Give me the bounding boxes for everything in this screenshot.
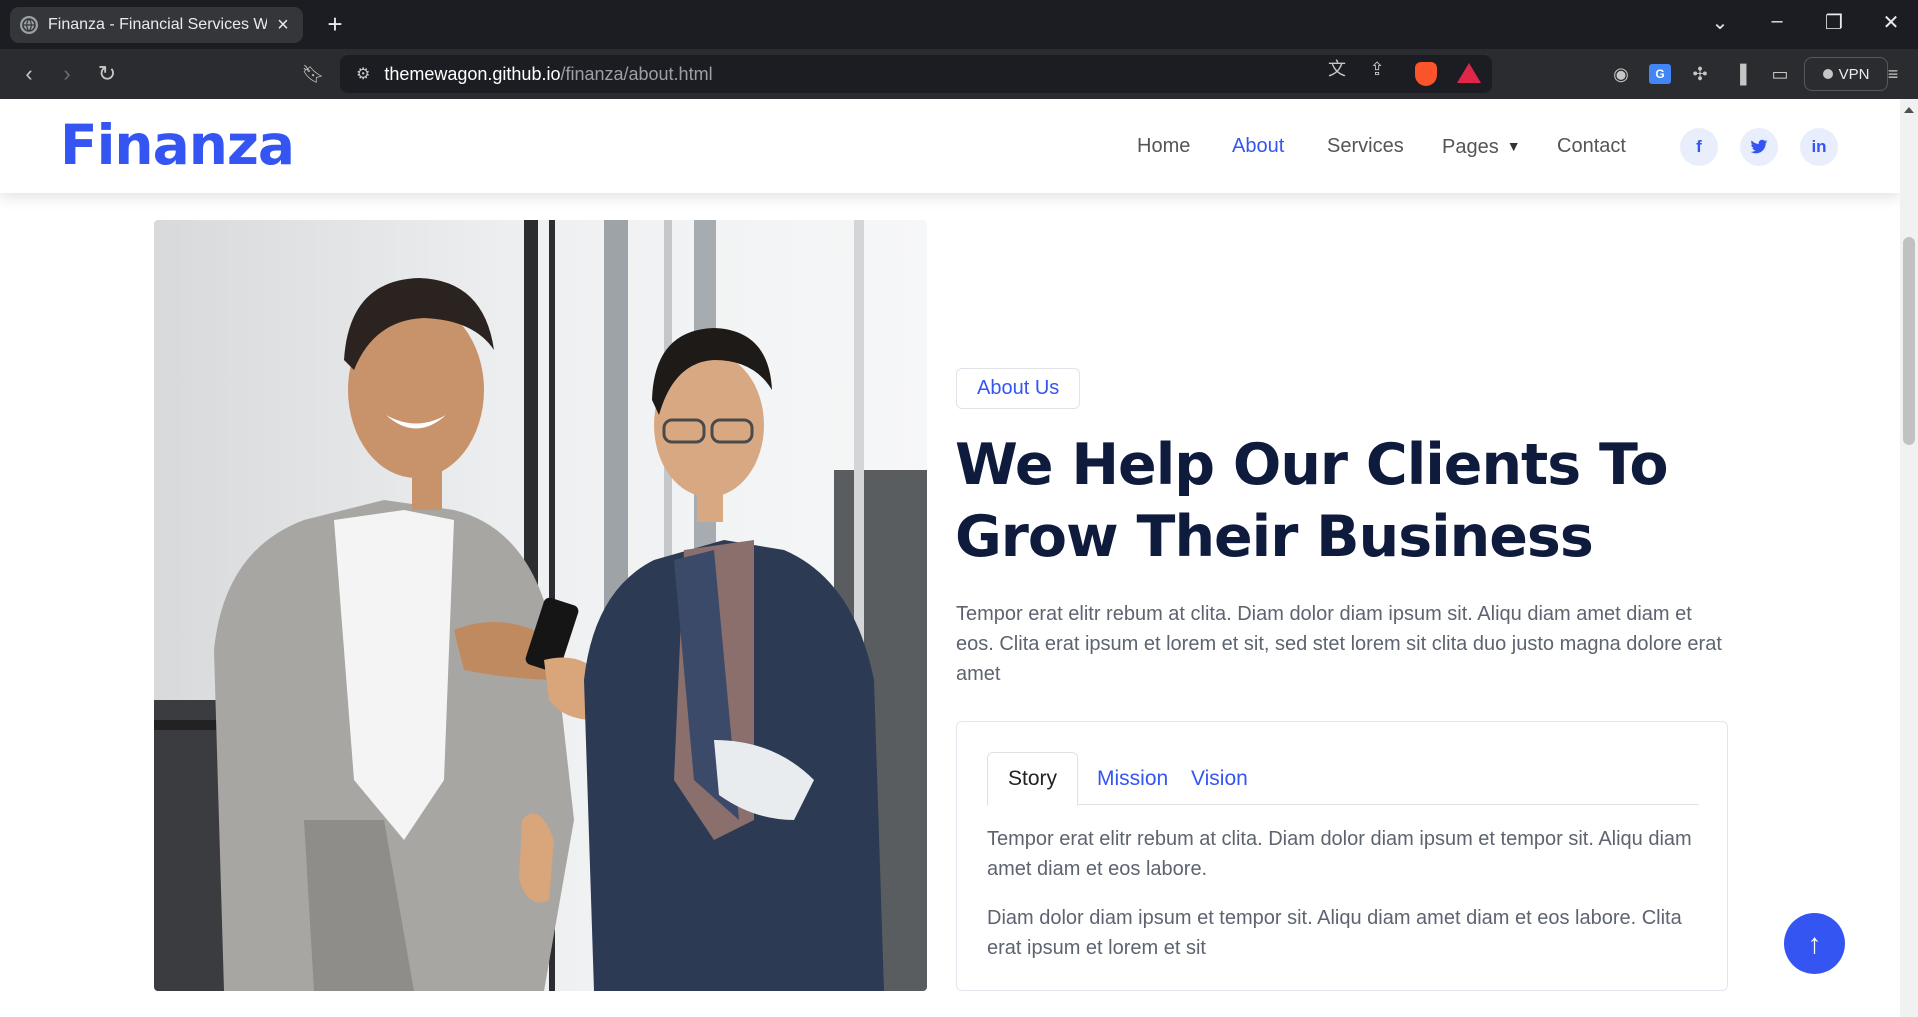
address-bar[interactable]: ⚙ themewagon.github.io/finanza/about.htm… (340, 55, 1492, 93)
share-icon[interactable]: ⇪ (1364, 59, 1390, 79)
nav-home[interactable]: Home (1137, 133, 1190, 159)
menu-icon[interactable]: ≡ (1880, 63, 1906, 85)
browser-tab[interactable]: Finanza - Financial Services Web × (10, 7, 303, 43)
about-image (154, 220, 927, 991)
brave-rewards-icon[interactable] (1457, 63, 1481, 83)
web-page: Finanza Home About Services Pages ▼ Conta… (0, 99, 1900, 1017)
site-navbar: Finanza Home About Services Pages ▼ Conta… (0, 99, 1900, 193)
close-window-icon[interactable]: ✕ (1879, 10, 1903, 35)
url-path: /finanza/about.html (560, 63, 713, 84)
scrollbar-thumb[interactable] (1903, 237, 1915, 445)
bookmark-icon[interactable]: 🔖︎ (300, 61, 326, 87)
nav-pages-label: Pages (1442, 136, 1499, 158)
about-us-badge: About Us (956, 368, 1081, 409)
nav-services[interactable]: Services (1327, 133, 1404, 159)
tab-vision[interactable]: Vision (1171, 752, 1268, 805)
nav-about[interactable]: About (1232, 133, 1284, 159)
nav-pages[interactable]: Pages ▼ (1442, 133, 1521, 160)
page-scrollbar[interactable] (1900, 99, 1918, 1017)
nav-contact[interactable]: Contact (1557, 133, 1626, 159)
back-to-top-button[interactable]: ↑ (1784, 913, 1845, 974)
tab-story[interactable]: Story (987, 752, 1079, 806)
sidebar-icon[interactable]: ▐ (1727, 63, 1753, 85)
minimize-icon[interactable]: – (1765, 10, 1789, 33)
extensions-icon[interactable]: ✣ (1687, 63, 1713, 85)
vpn-button[interactable]: VPN (1804, 57, 1888, 91)
globe-icon (20, 16, 38, 34)
arrow-up-icon: ↑ (1807, 927, 1822, 959)
story-paragraph-1: Tempor erat elitr rebum at clita. Diam d… (987, 828, 1692, 880)
forward-arrow-icon[interactable]: › (54, 61, 80, 87)
back-arrow-icon[interactable]: ‹ (16, 61, 42, 87)
browser-toolbar: ‹ › ↻ 🔖︎ ⚙ themewagon.github.io/finanza/… (0, 49, 1918, 99)
about-tab-nav: Story Mission Vision (987, 752, 1699, 806)
linkedin-icon[interactable]: in (1800, 128, 1838, 166)
close-tab-icon[interactable]: × (273, 14, 293, 37)
about-lead-text: Tempor erat elitr rebum at clita. Diam d… (956, 603, 1722, 685)
chevron-down-icon: ▼ (1506, 138, 1521, 154)
restore-icon[interactable]: ❐ (1822, 10, 1846, 35)
about-tabs-card: Story Mission Vision Tempor erat elitr r… (956, 721, 1728, 991)
translate-icon[interactable]: 文 (1324, 59, 1350, 79)
new-tab-button[interactable]: + (320, 10, 350, 38)
wallet-icon[interactable]: ▭ (1767, 63, 1793, 85)
facebook-icon[interactable]: f (1680, 128, 1718, 166)
vpn-status-icon (1822, 69, 1833, 79)
story-paragraph-2: Diam dolor diam ipsum et tempor sit. Ali… (987, 907, 1682, 959)
google-translate-icon[interactable]: G (1649, 64, 1671, 84)
brand-logo[interactable]: Finanza (60, 113, 295, 177)
reload-icon[interactable]: ↻ (94, 61, 120, 87)
site-info-icon[interactable]: ⚙ (356, 64, 370, 84)
url-host: themewagon.github.io (384, 63, 561, 84)
brave-shields-icon[interactable] (1415, 62, 1437, 86)
reader-icon[interactable]: ◉ (1608, 63, 1634, 85)
about-heading: We Help Our Clients To Grow Their Busine… (955, 432, 1669, 570)
tab-title: Finanza - Financial Services Web (48, 16, 267, 33)
vpn-label: VPN (1838, 65, 1870, 83)
browser-tab-strip: Finanza - Financial Services Web × + ⌄ –… (0, 0, 1918, 49)
scroll-up-arrow-icon[interactable] (1904, 107, 1914, 113)
tab-search-chevron-icon[interactable]: ⌄ (1708, 10, 1732, 35)
twitter-icon[interactable] (1740, 128, 1778, 166)
